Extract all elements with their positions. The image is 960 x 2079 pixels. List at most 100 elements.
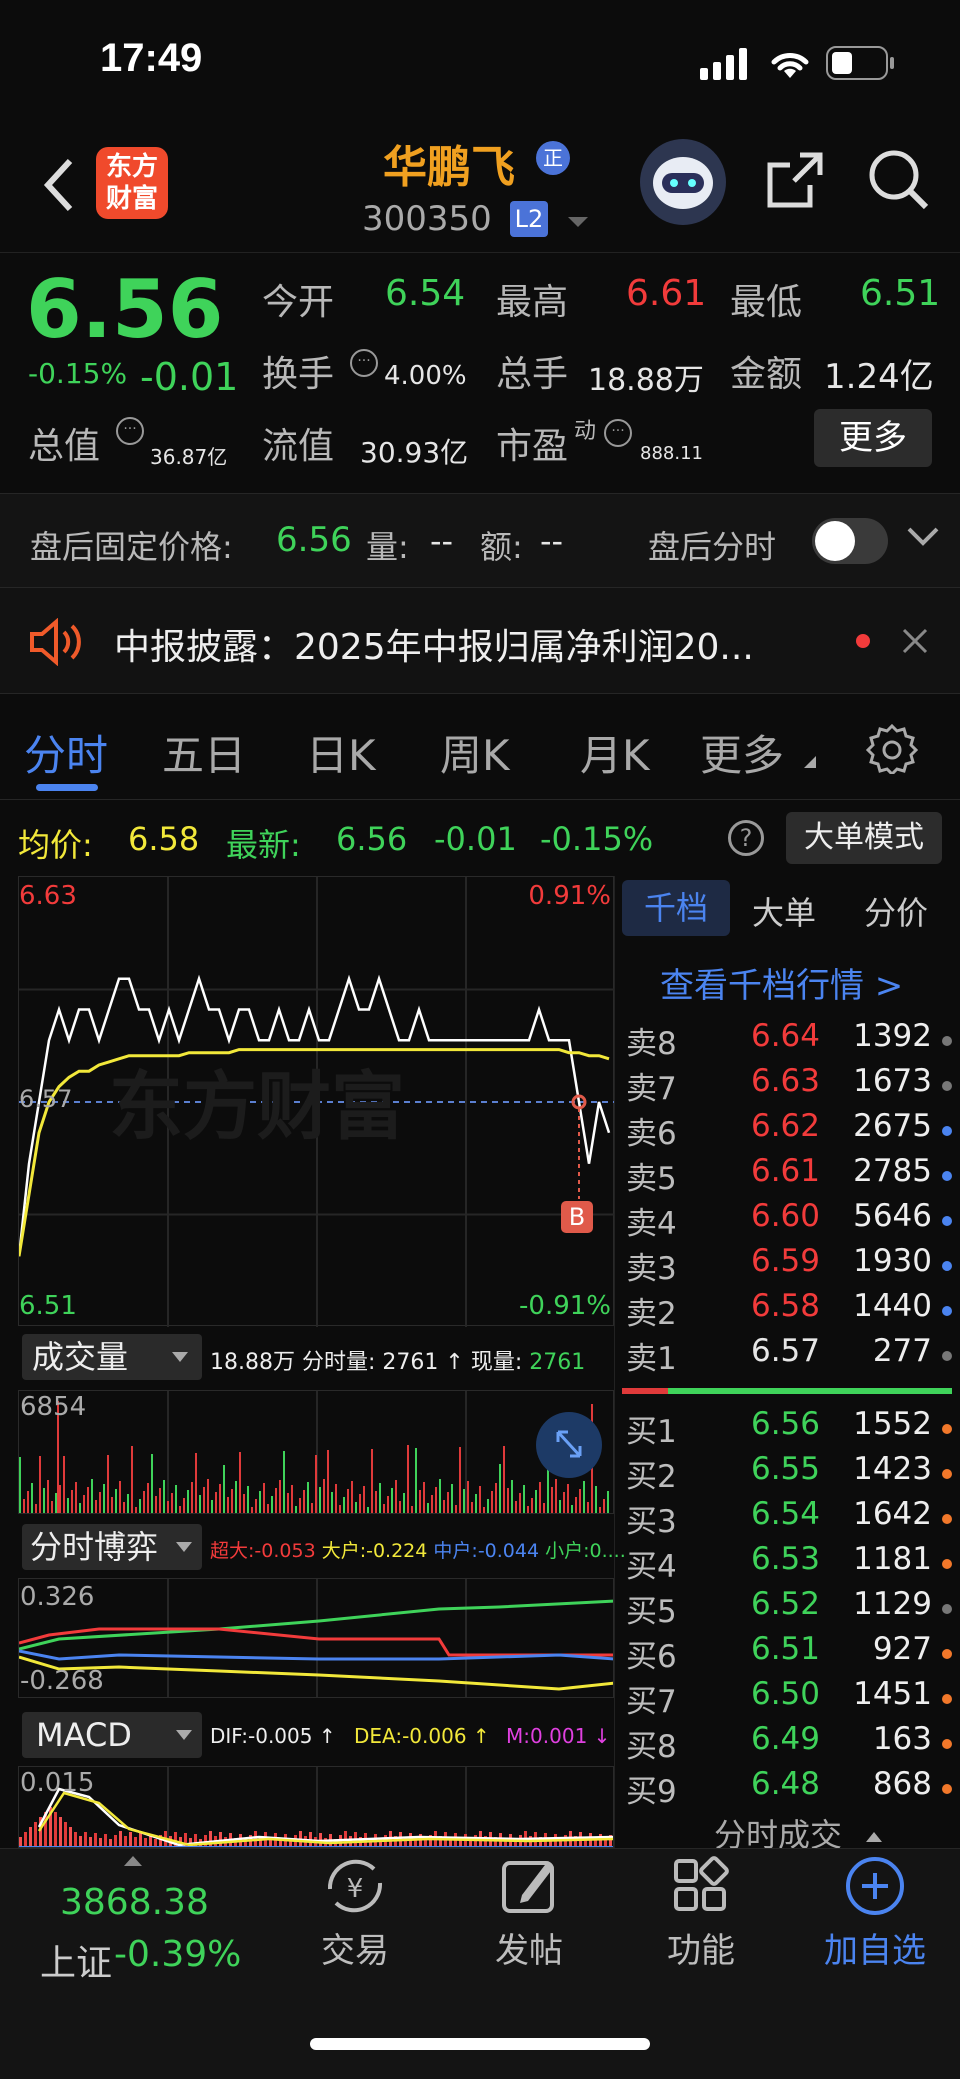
bid-price: 6.54: [750, 1496, 820, 1532]
dea-value: -0.006: [402, 1724, 467, 1748]
info-icon[interactable]: ···: [116, 417, 144, 445]
volume-bar: [159, 1488, 161, 1513]
intraday-chart[interactable]: 东方财富 6.63 0.91% 6.57 6.51 -0.91% B: [18, 876, 615, 1327]
index-ticker[interactable]: 3868.38 上证 -0.39%: [30, 1856, 270, 1984]
share-icon[interactable]: [764, 149, 826, 215]
macd-bar: [29, 1827, 32, 1847]
volume-bar: [511, 1480, 513, 1513]
tab-more[interactable]: 更多: [700, 722, 784, 783]
view-depth-link[interactable]: 查看千档行情 >: [660, 958, 903, 1007]
post-button[interactable]: 发帖: [474, 1855, 584, 1972]
volume-value: 18.88万: [588, 363, 704, 398]
afterhours-toggle[interactable]: [812, 518, 888, 564]
battery-icon: [826, 46, 896, 84]
volume-bar: [551, 1487, 553, 1513]
level-badge[interactable]: L2: [510, 201, 548, 237]
volume-bar: [563, 1492, 565, 1513]
volume-bar: [139, 1499, 141, 1513]
game-legend: 超大:-0.053 大户:-0.224 中户:-0.044 小户:0....: [210, 1536, 626, 1563]
macd-bar: [24, 1832, 27, 1847]
search-icon[interactable]: [866, 147, 932, 217]
robot-avatar-icon[interactable]: [640, 139, 726, 225]
bid-row[interactable]: 买2 6.55 1423: [622, 1451, 960, 1496]
bid-row[interactable]: 买7 6.50 1451: [622, 1676, 960, 1721]
help-icon[interactable]: ?: [728, 820, 764, 856]
orderbook-tab-dadan[interactable]: 大单: [752, 888, 816, 934]
bid-row[interactable]: 买5 6.52 1129: [622, 1586, 960, 1631]
volume-bar: [475, 1494, 477, 1513]
legend-zhonghu: -0.044: [477, 1540, 540, 1562]
ask-row[interactable]: 卖6 6.62 2675: [622, 1108, 960, 1153]
volume-bar: [23, 1499, 25, 1513]
orderbook-tab-fenjia[interactable]: 分价: [864, 888, 928, 934]
latest-value: 6.56: [336, 820, 408, 858]
chevron-down-icon[interactable]: [906, 524, 940, 552]
ask-row[interactable]: 卖2 6.58 1440: [622, 1288, 960, 1333]
bid-dot: [942, 1514, 952, 1524]
ask-row[interactable]: 卖4 6.60 5646: [622, 1198, 960, 1243]
orderbook-tab-qiandang[interactable]: 千档: [622, 880, 730, 936]
bid-row[interactable]: 买9 6.48 868: [622, 1766, 960, 1811]
pe-sup: 动: [574, 419, 597, 444]
trade-button[interactable]: ¥ 交易: [300, 1855, 410, 1972]
close-icon[interactable]: [900, 626, 930, 660]
macd-indicator-select[interactable]: MACD: [22, 1712, 202, 1758]
add-watchlist-button[interactable]: 加自选: [810, 1855, 940, 1972]
bid-volume: 927: [872, 1631, 932, 1667]
bid-level: 买3: [626, 1504, 677, 1540]
volume-bar: [415, 1448, 417, 1513]
info-icon[interactable]: ···: [604, 419, 632, 447]
bid-row[interactable]: 买6 6.51 927: [622, 1631, 960, 1676]
volume-bar: [395, 1480, 397, 1513]
chevron-down-icon[interactable]: [568, 217, 588, 227]
volume-bar: [583, 1481, 585, 1513]
bid-row[interactable]: 买3 6.54 1642: [622, 1496, 960, 1541]
tab-day-k[interactable]: 日K: [306, 722, 376, 783]
expand-icon[interactable]: [536, 1412, 602, 1478]
pe-value: 888.11: [640, 443, 703, 464]
volume-bar: [295, 1506, 297, 1513]
pct-change: -0.15%: [28, 357, 128, 390]
volume-bar: [391, 1488, 393, 1513]
volume-bar: [387, 1496, 389, 1513]
ask-row[interactable]: 卖3 6.59 1930: [622, 1243, 960, 1288]
tab-month-k[interactable]: 月K: [580, 722, 650, 783]
volume-bar: [39, 1456, 41, 1513]
bid-row[interactable]: 买1 6.56 1552: [622, 1406, 960, 1451]
back-icon[interactable]: [38, 155, 78, 219]
volume-bar: [379, 1483, 381, 1513]
macd-title: MACD: [36, 1716, 132, 1754]
bid-row[interactable]: 买8 6.49 163: [622, 1721, 960, 1766]
ask-row[interactable]: 卖8 6.64 1392: [622, 1018, 960, 1063]
gear-icon[interactable]: [865, 722, 919, 778]
high-value: 6.61: [626, 273, 707, 314]
volume-bar: [383, 1504, 385, 1513]
game-indicator-select[interactable]: 分时博弈: [22, 1524, 202, 1570]
tab-fenshi[interactable]: 分时: [24, 722, 108, 783]
volume-bar: [371, 1449, 373, 1513]
tab-week-k[interactable]: 周K: [440, 722, 510, 783]
buy-marker[interactable]: B: [561, 1201, 593, 1233]
bid-dot: [942, 1784, 952, 1794]
function-label: 功能: [667, 1931, 735, 1971]
ask-dot: [942, 1171, 952, 1181]
last-price: 6.56: [26, 263, 224, 356]
info-icon[interactable]: ···: [350, 349, 378, 377]
ask-level: 卖1: [626, 1341, 677, 1377]
volume-title: 成交量: [32, 1338, 129, 1376]
function-button[interactable]: 功能: [646, 1855, 756, 1972]
notice-bar[interactable]: 中报披露：2025年中报归属净利润20...: [0, 588, 960, 694]
more-button[interactable]: 更多: [814, 409, 932, 467]
ask-row[interactable]: 卖5 6.61 2785: [622, 1153, 960, 1198]
ask-row[interactable]: 卖7 6.63 1673: [622, 1063, 960, 1108]
volume-indicator-select[interactable]: 成交量: [22, 1334, 202, 1380]
ask-volume: 277: [872, 1333, 932, 1369]
big-order-mode-button[interactable]: 大单模式: [786, 812, 942, 864]
tab-five-day[interactable]: 五日: [162, 722, 246, 783]
volume-bar: [223, 1465, 225, 1513]
bid-row[interactable]: 买4 6.53 1181: [622, 1541, 960, 1586]
ask-level: 卖6: [626, 1116, 677, 1152]
low-value: 6.51: [860, 273, 941, 314]
ask-row[interactable]: 卖1 6.57 277: [622, 1333, 960, 1378]
legend-dahu: -0.224: [366, 1540, 428, 1562]
